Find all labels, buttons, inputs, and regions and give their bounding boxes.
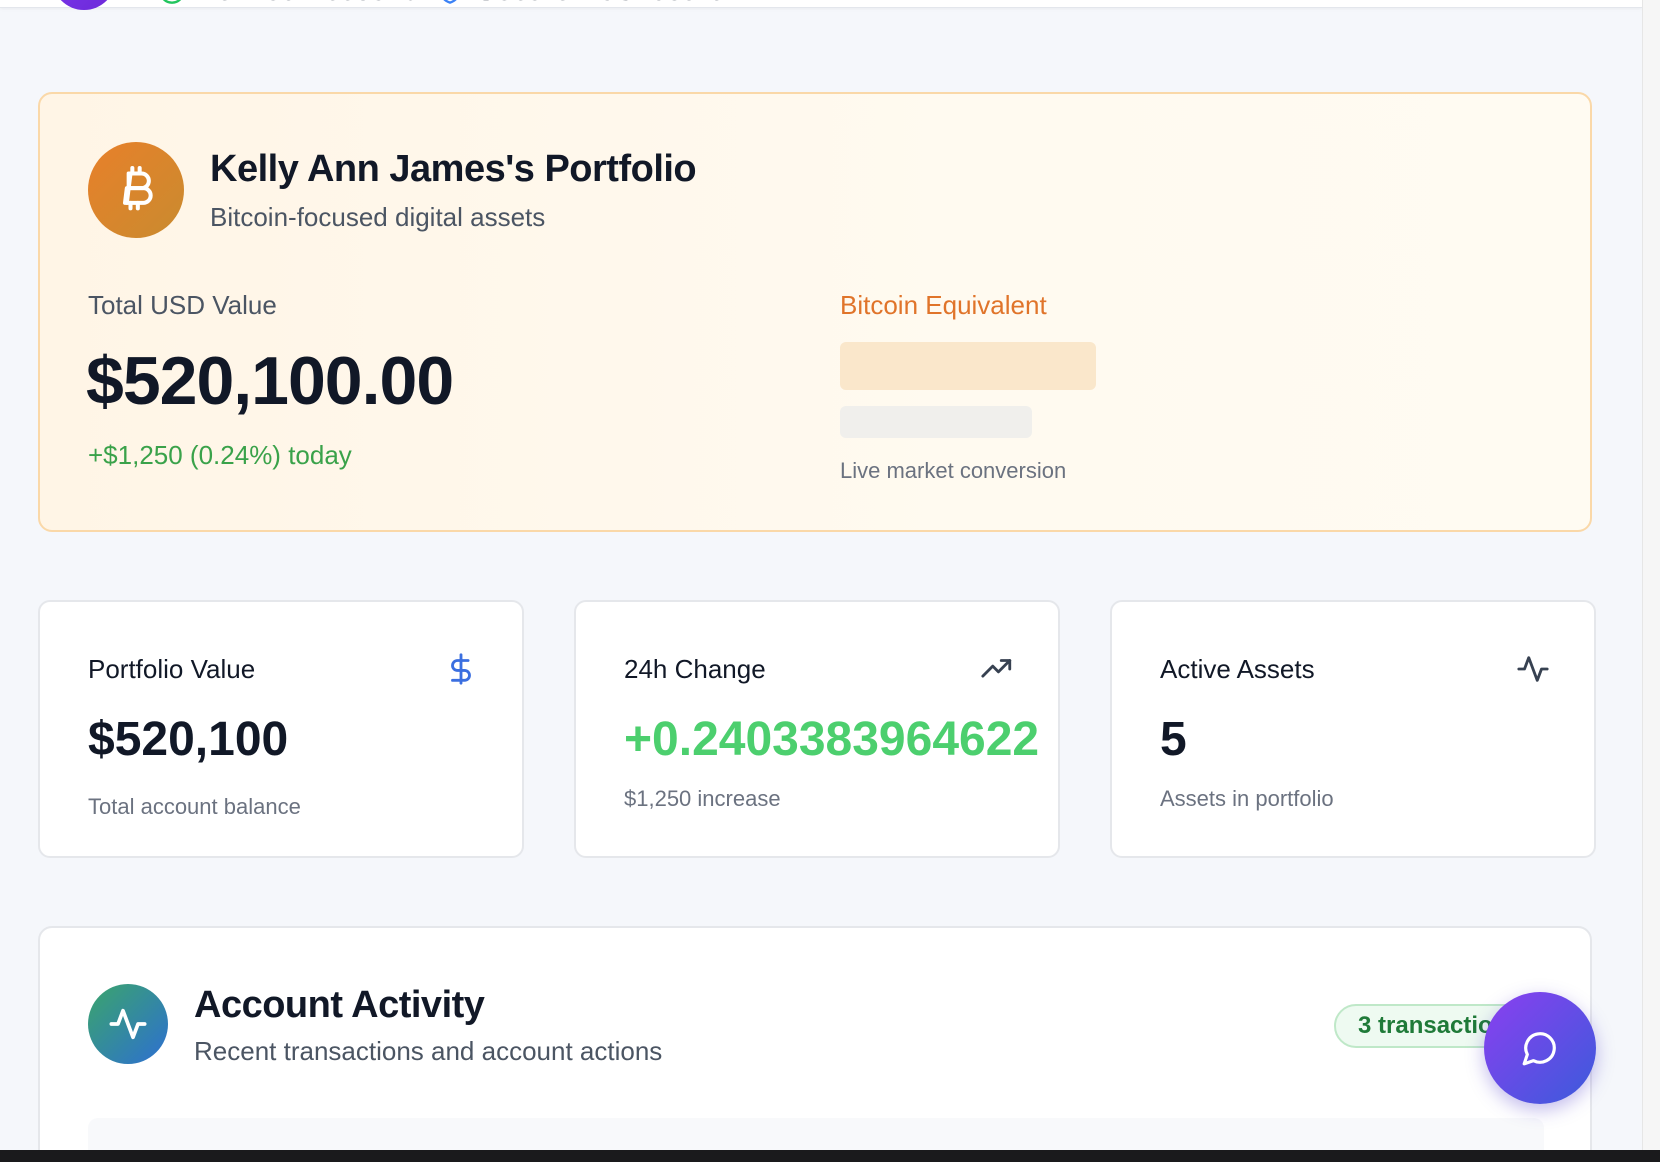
stat-title: Active Assets: [1160, 654, 1315, 684]
portfolio-title: Kelly Ann James's Portfolio: [210, 148, 697, 190]
dollar-icon: [451, 653, 471, 685]
scrollbar[interactable]: [1642, 0, 1660, 1150]
activity-list: [88, 1118, 1544, 1150]
check-circle-icon: [162, 0, 182, 4]
account-activity-card: Account Activity Recent transactions and…: [38, 926, 1592, 1150]
activity-icon: [1517, 656, 1549, 682]
btc-value-skeleton: [840, 342, 1096, 390]
secure-label: Secure Dashboard: [476, 0, 726, 8]
stat-card-24h-change: 24h Change +0.2403383964622 $1,250 incre…: [574, 600, 1060, 858]
avatar[interactable]: [52, 0, 116, 10]
stat-value: 5: [1160, 713, 1187, 766]
portfolio-subtitle: Bitcoin-focused digital assets: [210, 202, 546, 232]
stat-subtext: Total account balance: [88, 794, 301, 819]
verified-badge: Verified Account: [158, 0, 413, 8]
header: Verified Account Secure Dashboard: [0, 0, 1642, 10]
chat-bubble-icon: [1522, 1032, 1556, 1066]
portfolio-card: Kelly Ann James's Portfolio Bitcoin-focu…: [38, 92, 1592, 532]
btc-rate-skeleton: [840, 406, 1032, 438]
shield-icon: [443, 0, 457, 4]
usd-change: +$1,250 (0.24%) today: [88, 440, 352, 470]
stat-title: 24h Change: [624, 654, 766, 684]
activity-icon: [88, 984, 168, 1064]
btc-caption: Live market conversion: [840, 458, 1067, 483]
usd-value: $520,100.00: [86, 343, 454, 419]
stat-subtext: Assets in portfolio: [1160, 786, 1334, 811]
stat-subtext: $1,250 increase: [624, 786, 781, 811]
btc-equivalent-label: Bitcoin Equivalent: [840, 290, 1047, 320]
activity-subtitle: Recent transactions and account actions: [194, 1036, 663, 1066]
stat-value: $520,100: [88, 713, 289, 766]
dashboard-viewport: Verified Account Secure Dashboard Kelly …: [0, 0, 1642, 1150]
stat-card-active-assets: Active Assets 5 Assets in portfolio: [1110, 600, 1596, 858]
bitcoin-icon: [88, 142, 184, 238]
trending-up-icon: [981, 659, 1012, 678]
window-bottom-edge: [0, 1150, 1660, 1162]
secure-badge: Secure Dashboard: [436, 0, 726, 8]
stat-card-portfolio-value: Portfolio Value $520,100 Total account b…: [38, 600, 524, 858]
stat-title: Portfolio Value: [88, 654, 256, 684]
stat-value: +0.2403383964622: [624, 713, 1040, 766]
verified-label: Verified Account: [198, 0, 413, 8]
chat-button[interactable]: [1484, 992, 1596, 1104]
activity-title: Account Activity: [194, 984, 485, 1026]
usd-label: Total USD Value: [88, 290, 277, 320]
